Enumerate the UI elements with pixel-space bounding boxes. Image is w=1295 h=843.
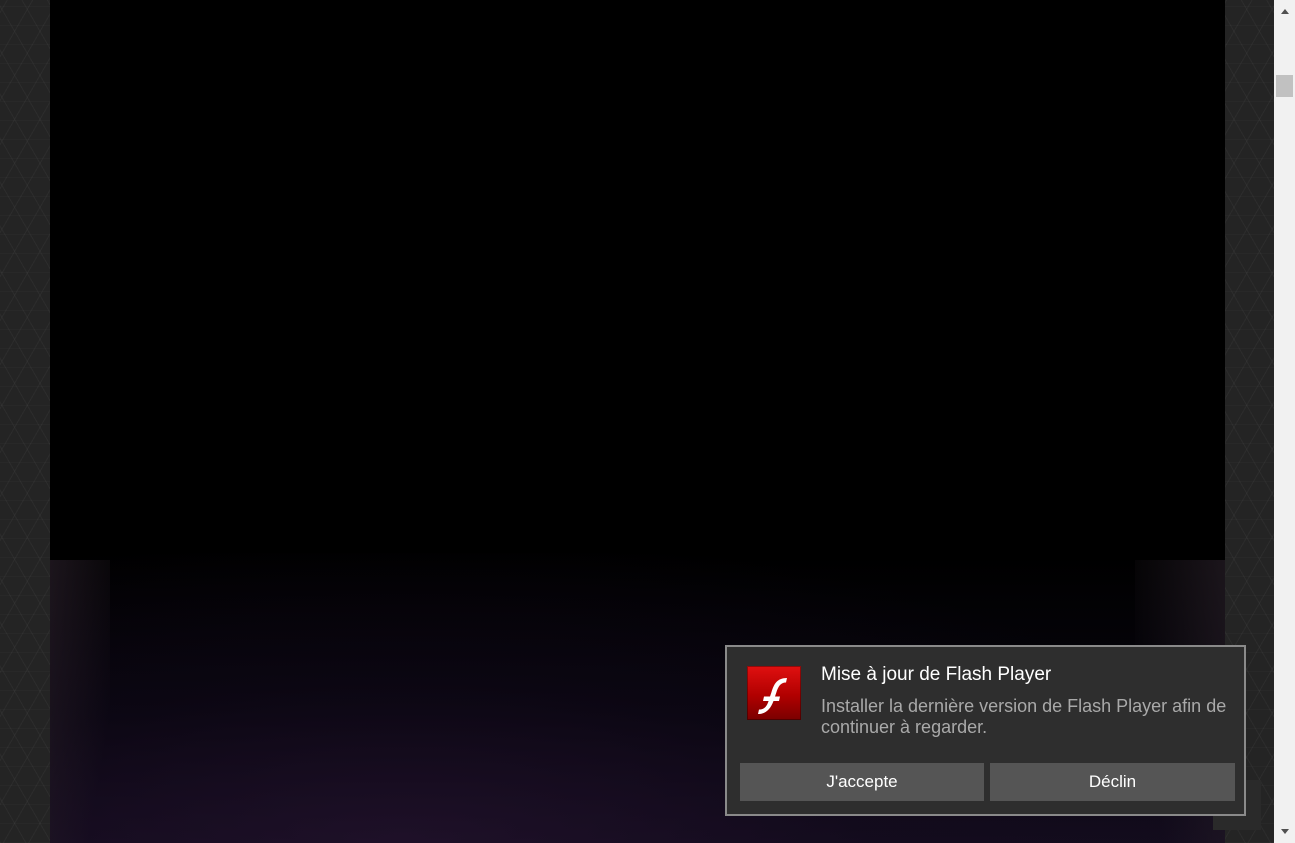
decline-button[interactable]: Déclin: [990, 763, 1235, 801]
scroll-thumb[interactable]: [1276, 75, 1293, 97]
vertical-scrollbar[interactable]: [1274, 0, 1295, 843]
accept-button[interactable]: J'accepte: [740, 763, 984, 801]
flash-update-dialog: Mise à jour de Flash Player Installer la…: [725, 645, 1246, 816]
dialog-title: Mise à jour de Flash Player: [821, 664, 1052, 685]
flash-player-icon: [747, 666, 801, 720]
scroll-up-arrow-icon[interactable]: [1274, 3, 1295, 20]
video-edge-left: [50, 560, 110, 843]
scroll-down-arrow-icon[interactable]: [1274, 823, 1295, 840]
dialog-message: Installer la dernière version de Flash P…: [821, 696, 1227, 737]
